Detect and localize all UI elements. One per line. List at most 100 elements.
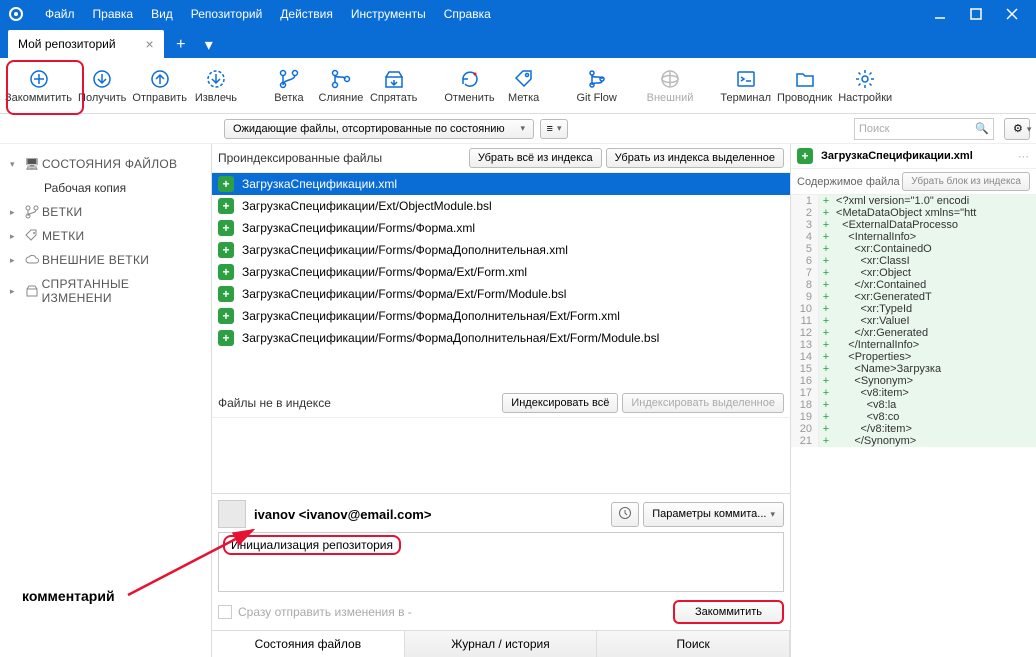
unstage-hunk-button[interactable]: Убрать блок из индекса: [902, 172, 1030, 191]
merge-icon: [330, 68, 352, 90]
pending-filter-dropdown[interactable]: Ожидающие файлы, отсортированные по сост…: [224, 119, 534, 139]
history-button[interactable]: [611, 502, 639, 527]
sidebar: ▾🖥СОСТОЯНИЯ ФАЙЛОВ Рабочая копия ▸ ВЕТКИ…: [0, 144, 212, 657]
monitor-icon: 🖥: [22, 157, 42, 171]
tool-fetch[interactable]: Извлечь: [190, 61, 242, 111]
stage-all-button[interactable]: Индексировать всё: [502, 393, 618, 413]
sidebar-branches[interactable]: ▸ ВЕТКИ: [4, 200, 207, 224]
file-added-icon: +: [797, 148, 813, 164]
staged-file-row[interactable]: +ЗагрузкаСпецификации/Forms/ФормаДополни…: [212, 327, 790, 349]
repo-tab[interactable]: Мой репозиторий ×: [8, 30, 164, 58]
app-icon: [6, 4, 26, 24]
commit-options-dropdown[interactable]: Параметры коммита...: [643, 502, 784, 527]
fetch-icon: [205, 68, 227, 90]
terminal-icon: [735, 68, 757, 90]
gitflow-icon: [586, 68, 608, 90]
sidebar-working-copy[interactable]: Рабочая копия: [4, 176, 207, 200]
tool-commit[interactable]: Закоммитить: [2, 61, 75, 111]
toolbar: ЗакоммититьПолучитьОтправитьИзвлечь Ветка…: [0, 58, 1036, 114]
filter-settings-button[interactable]: ⚙: [1004, 118, 1030, 140]
menu-tools[interactable]: Инструменты: [342, 7, 435, 21]
tag-icon: [22, 229, 42, 243]
filterbar: Ожидающие файлы, отсортированные по сост…: [0, 114, 1036, 144]
annotation-label: комментарий: [22, 588, 115, 604]
diff-menu-icon[interactable]: ⋯: [1018, 150, 1030, 163]
menu-repo[interactable]: Репозиторий: [182, 7, 272, 21]
tab-search[interactable]: Поиск: [597, 631, 790, 657]
unstage-all-button[interactable]: Убрать всё из индекса: [469, 148, 602, 168]
tool-remote[interactable]: Внешний: [644, 61, 697, 111]
discard-icon: [459, 68, 481, 90]
stash-icon: [383, 68, 405, 90]
tool-explorer[interactable]: Проводник: [774, 61, 835, 111]
diff-content[interactable]: 1+ <?xml version="1.0" encodi2+ <MetaDat…: [791, 195, 1036, 657]
tool-settings[interactable]: Настройки: [835, 61, 895, 111]
menubar: Файл Правка Вид Репозиторий Действия Инс…: [0, 0, 1036, 28]
file-added-icon: +: [218, 330, 234, 346]
staged-file-row[interactable]: +ЗагрузкаСпецификации.xml: [212, 173, 790, 195]
commit-area: ivanov <ivanov@email.com> Параметры комм…: [212, 493, 790, 630]
menu-edit[interactable]: Правка: [84, 7, 143, 21]
file-added-icon: +: [218, 242, 234, 258]
stash-icon: [22, 284, 42, 298]
cloud-icon: [22, 255, 42, 265]
file-added-icon: +: [218, 286, 234, 302]
window-maximize[interactable]: [958, 0, 994, 28]
window-close[interactable]: [994, 0, 1030, 28]
search-icon: 🔍: [975, 122, 989, 135]
diff-content-label: Содержимое файла: [797, 176, 900, 188]
menu-view[interactable]: Вид: [142, 7, 182, 21]
staged-file-row[interactable]: +ЗагрузкаСпецификации/Forms/ФормаДополни…: [212, 305, 790, 327]
bottom-tabs: Состояния файлов Журнал / история Поиск: [212, 630, 790, 657]
tool-tag[interactable]: Метка: [498, 61, 550, 111]
push-after-checkbox[interactable]: [218, 605, 232, 619]
staged-header: Проиндексированные файлы Убрать всё из и…: [212, 144, 790, 173]
commit-message-input[interactable]: Инициализация репозитория: [218, 532, 784, 592]
tab-file-status[interactable]: Состояния файлов: [212, 631, 405, 657]
sidebar-file-status[interactable]: ▾🖥СОСТОЯНИЯ ФАЙЛОВ: [4, 152, 207, 176]
sidebar-tags[interactable]: ▸ МЕТКИ: [4, 224, 207, 248]
tool-branch[interactable]: Ветка: [263, 61, 315, 111]
stage-selected-button[interactable]: Индексировать выделенное: [622, 393, 784, 413]
file-added-icon: +: [218, 176, 234, 192]
diff-filename: ЗагрузкаСпецификации.xml: [821, 150, 973, 162]
sidebar-remotes[interactable]: ▸ ВНЕШНИЕ ВЕТКИ: [4, 248, 207, 272]
new-tab-button[interactable]: +: [168, 32, 194, 58]
menu-help[interactable]: Справка: [435, 7, 500, 21]
branch-icon: [22, 205, 42, 219]
file-added-icon: +: [218, 308, 234, 324]
search-input[interactable]: Поиск 🔍: [854, 118, 994, 140]
unstage-selected-button[interactable]: Убрать из индекса выделенное: [606, 148, 784, 168]
branch-icon: [278, 68, 300, 90]
staged-file-row[interactable]: +ЗагрузкаСпецификации/Ext/ObjectModule.b…: [212, 195, 790, 217]
file-added-icon: +: [218, 264, 234, 280]
tool-stash[interactable]: Спрятать: [367, 61, 420, 111]
push-icon: [149, 68, 171, 90]
staged-file-row[interactable]: +ЗагрузкаСпецификации/Forms/ФормаДополни…: [212, 239, 790, 261]
annotation-highlight-message: Инициализация репозитория: [223, 535, 401, 555]
staged-file-list: +ЗагрузкаСпецификации.xml+ЗагрузкаСпециф…: [212, 173, 790, 349]
tool-terminal[interactable]: Терминал: [717, 61, 774, 111]
tool-push[interactable]: Отправить: [129, 61, 190, 111]
window-minimize[interactable]: [922, 0, 958, 28]
tab-log[interactable]: Журнал / история: [405, 631, 598, 657]
sidebar-stashes[interactable]: ▸ СПРЯТАННЫЕ ИЗМЕНЕНИ: [4, 272, 207, 310]
tool-pull[interactable]: Получить: [75, 61, 129, 111]
staged-file-row[interactable]: +ЗагрузкаСпецификации/Forms/Форма/Ext/Fo…: [212, 283, 790, 305]
staged-file-row[interactable]: +ЗагрузкаСпецификации/Forms/Форма/Ext/Fo…: [212, 261, 790, 283]
remote-icon: [659, 68, 681, 90]
settings-icon: [854, 68, 876, 90]
view-mode-button[interactable]: ≡: [540, 119, 568, 139]
tab-close-icon[interactable]: ×: [146, 36, 154, 52]
tool-discard[interactable]: Отменить: [441, 61, 497, 111]
tool-merge[interactable]: Слияние: [315, 61, 367, 111]
tool-gitflow[interactable]: Git Flow: [571, 61, 623, 111]
menu-actions[interactable]: Действия: [271, 7, 342, 21]
commit-button[interactable]: Закоммитить: [673, 600, 784, 624]
tab-menu-button[interactable]: ▾: [196, 32, 222, 58]
pull-icon: [91, 68, 113, 90]
menu-file[interactable]: Файл: [36, 7, 84, 21]
file-added-icon: +: [218, 198, 234, 214]
explorer-icon: [794, 68, 816, 90]
staged-file-row[interactable]: +ЗагрузкаСпецификации/Forms/Форма.xml: [212, 217, 790, 239]
